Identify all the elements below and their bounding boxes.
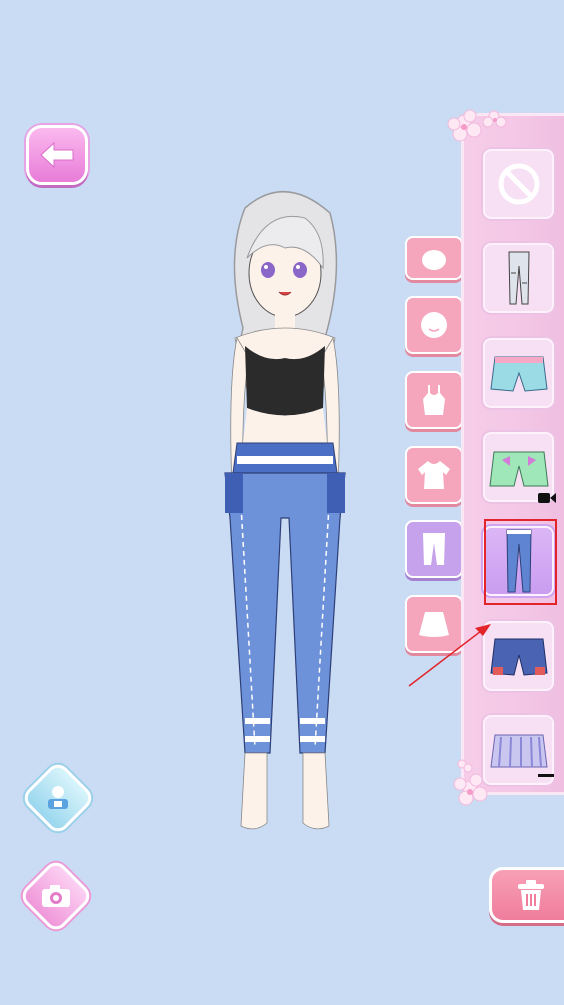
camera-button[interactable] [17, 857, 95, 935]
head-icon [422, 250, 446, 270]
back-button[interactable] [26, 125, 88, 185]
category-tab-face[interactable] [405, 296, 463, 354]
category-tab-camisole[interactable] [405, 371, 463, 429]
ripped-pants-icon [507, 251, 530, 305]
item-none[interactable] [481, 147, 556, 221]
camisole-icon [423, 385, 445, 415]
annotation-arrow [408, 624, 491, 687]
face-icon [421, 312, 447, 338]
denim-shorts-icon [489, 638, 548, 676]
teal-shorts-icon [489, 356, 548, 392]
pants-icon [423, 533, 445, 565]
arrow-left-icon [40, 141, 74, 169]
scroll-indicator [538, 774, 554, 777]
camera-icon [42, 885, 70, 907]
category-tab-blouse[interactable] [405, 446, 463, 504]
video-camera-icon [538, 491, 556, 503]
trash-button[interactable] [489, 867, 564, 923]
item-ripped-pants[interactable] [481, 241, 556, 315]
trash-icon [517, 880, 544, 910]
selection-highlight [484, 519, 557, 605]
avatar-button[interactable] [19, 759, 97, 837]
category-tab-pants[interactable] [405, 520, 463, 578]
striped-shorts-icon [489, 734, 548, 768]
blouse-icon [418, 461, 450, 489]
green-bow-shorts-icon [488, 451, 549, 487]
none-icon [498, 163, 539, 205]
avatar-icon [48, 786, 68, 809]
item-teal-shorts[interactable] [481, 336, 556, 410]
category-tab-head[interactable] [405, 236, 463, 280]
character-figure [224, 190, 346, 830]
